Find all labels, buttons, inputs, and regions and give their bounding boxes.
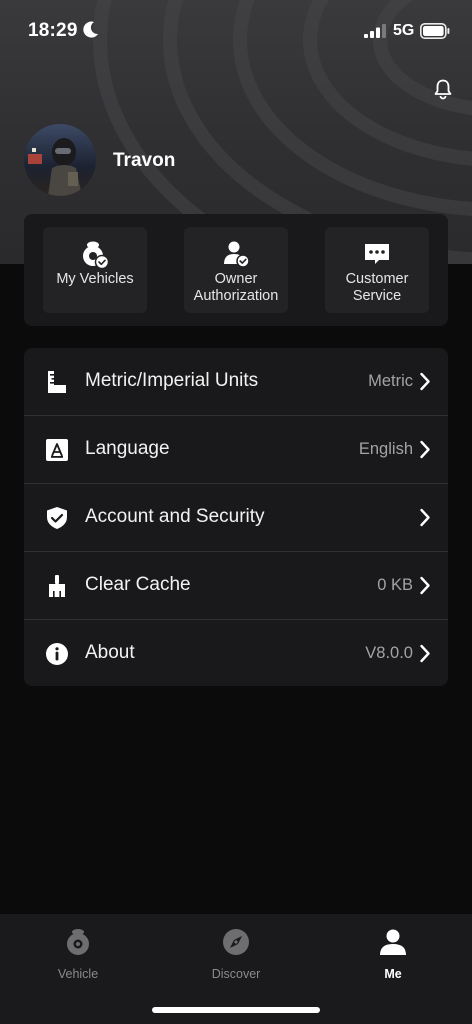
setting-label: About bbox=[85, 642, 135, 663]
tab-label: Discover bbox=[211, 967, 261, 981]
person-icon bbox=[380, 929, 406, 955]
settings-list: Metric/Imperial Units Metric Language En… bbox=[24, 348, 448, 686]
chevron-right-icon bbox=[420, 644, 430, 663]
info-icon bbox=[46, 643, 68, 665]
customer-service-icon bbox=[365, 244, 389, 264]
status-bar: 18:29 5G bbox=[0, 0, 472, 60]
customer-service-shortcut[interactable]: Customer Service bbox=[325, 227, 429, 313]
avatar[interactable] bbox=[24, 124, 96, 196]
tab-label: Vehicle bbox=[57, 967, 99, 981]
user-name[interactable]: Travon bbox=[113, 150, 175, 172]
shortcut-label: Customer Service bbox=[345, 271, 409, 304]
owner-authorization-shortcut[interactable]: Owner Authorization bbox=[184, 227, 288, 313]
setting-row-units[interactable]: Metric/Imperial Units Metric bbox=[24, 348, 448, 416]
moon-icon bbox=[83, 21, 98, 38]
status-time: 18:29 bbox=[28, 20, 78, 41]
my-vehicles-shortcut[interactable]: My Vehicles bbox=[43, 227, 147, 313]
setting-row-account-security[interactable]: Account and Security bbox=[24, 484, 448, 552]
shortcut-card: My Vehicles Owner Authorization Customer… bbox=[24, 214, 448, 326]
signal-icon bbox=[364, 24, 386, 38]
tab-me[interactable]: Me bbox=[333, 914, 453, 994]
broom-icon bbox=[49, 575, 65, 597]
me-screen: 18:29 5G Travon My Vehicles Owner Author… bbox=[0, 0, 472, 1024]
chevron-right-icon bbox=[420, 372, 430, 391]
tab-label: Me bbox=[384, 967, 402, 981]
ruler-icon bbox=[48, 371, 66, 393]
tab-vehicle[interactable]: Vehicle bbox=[18, 914, 138, 994]
setting-value: 0 KB bbox=[377, 576, 413, 594]
chevron-right-icon bbox=[420, 508, 430, 527]
setting-row-language[interactable]: Language English bbox=[24, 416, 448, 484]
tab-discover[interactable]: Discover bbox=[176, 914, 296, 994]
setting-label: Language bbox=[85, 438, 170, 459]
compass-icon bbox=[223, 929, 249, 955]
avatar-image bbox=[24, 124, 96, 196]
setting-value: Metric bbox=[368, 372, 413, 390]
shield-check-icon bbox=[47, 507, 67, 529]
vehicle-check-icon bbox=[83, 241, 110, 269]
setting-row-clear-cache[interactable]: Clear Cache 0 KB bbox=[24, 552, 448, 620]
setting-label: Clear Cache bbox=[85, 574, 191, 595]
battery-icon bbox=[420, 23, 450, 39]
setting-value: V8.0.0 bbox=[365, 644, 413, 662]
bell-icon[interactable] bbox=[432, 78, 454, 100]
home-indicator[interactable] bbox=[152, 1007, 320, 1013]
setting-label: Metric/Imperial Units bbox=[85, 370, 259, 391]
vehicle-icon bbox=[67, 929, 89, 955]
owner-authorization-icon bbox=[224, 241, 250, 268]
setting-label: Account and Security bbox=[85, 506, 265, 527]
setting-row-about[interactable]: About V8.0.0 bbox=[24, 620, 448, 686]
shortcut-label: My Vehicles bbox=[56, 271, 134, 287]
language-icon bbox=[46, 439, 68, 461]
shortcut-label: Owner Authorization bbox=[193, 271, 279, 304]
network-label: 5G bbox=[393, 22, 415, 39]
chevron-right-icon bbox=[420, 576, 430, 595]
chevron-right-icon bbox=[420, 440, 430, 459]
setting-value: English bbox=[358, 440, 413, 458]
